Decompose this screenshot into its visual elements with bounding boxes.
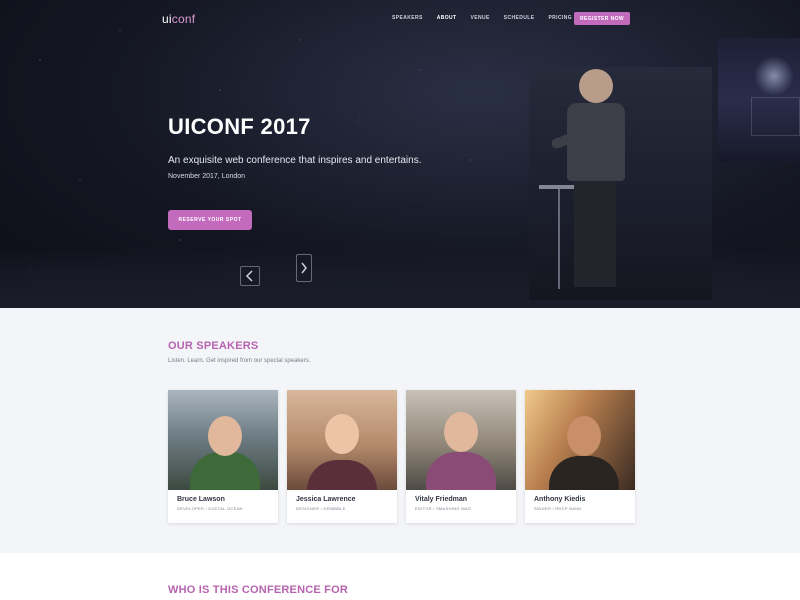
speaker-role: DESIGNER / DRIBBBLE [296, 506, 346, 511]
photo-face-shape [325, 414, 359, 454]
photo-face-shape [444, 412, 478, 452]
photo-body-shape [190, 452, 260, 490]
main-nav: SPEAKERS ABOUT VENUE SCHEDULE PRICING [392, 14, 586, 22]
person-head-shape [579, 69, 613, 103]
nav-about[interactable]: ABOUT [437, 14, 457, 22]
speakers-subtitle: Listen. Learn. Get inspired from our spe… [168, 358, 311, 364]
person-body-shape [567, 103, 625, 181]
speakers-section [0, 308, 800, 553]
speakers-title: OUR SPEAKERS [168, 340, 259, 352]
hero-speaker-image [529, 67, 712, 300]
slider-prev-button[interactable] [240, 266, 260, 286]
speaker-role: EDITOR / SMASHING MAG [415, 506, 472, 511]
speaker-name: Vitaly Friedman [415, 496, 468, 503]
nav-schedule[interactable]: SCHEDULE [504, 14, 535, 22]
slider-next-button[interactable] [296, 254, 312, 282]
photo-face-shape [567, 416, 601, 456]
speaker-card[interactable]: Bruce Lawson DEVELOPER / DIGITAL OCEAN [168, 390, 278, 523]
speaker-name: Jessica Lawrence [296, 496, 356, 503]
photo-body-shape [426, 452, 496, 490]
nav-venue[interactable]: VENUE [471, 14, 490, 22]
person-legs-shape [574, 177, 616, 287]
hero-section: uiconf SPEAKERS ABOUT VENUE SCHEDULE PRI… [0, 0, 800, 308]
speaker-name: Bruce Lawson [177, 496, 225, 503]
stage-light-shape [754, 56, 794, 96]
chevron-left-icon [245, 270, 253, 282]
who-title: WHO IS THIS CONFERENCE FOR [168, 584, 348, 596]
speaker-photo [525, 390, 635, 490]
podium-leg-shape [558, 189, 560, 289]
photo-face-shape [208, 416, 242, 456]
speaker-photo [406, 390, 516, 490]
speaker-card[interactable]: Jessica Lawrence DESIGNER / DRIBBBLE [287, 390, 397, 523]
speaker-name: Anthony Kiedis [534, 496, 586, 503]
photo-body-shape [307, 460, 377, 490]
speaker-photo [168, 390, 278, 490]
chevron-right-icon [301, 262, 307, 274]
speaker-photo [287, 390, 397, 490]
speaker-card[interactable]: Vitaly Friedman EDITOR / SMASHING MAG [406, 390, 516, 523]
logo-text-ui: ui [162, 12, 172, 26]
hero-title: UICONF 2017 [168, 114, 311, 139]
nav-pricing[interactable]: PRICING [548, 14, 572, 22]
logo-text-conf: conf [171, 12, 196, 26]
nav-speakers[interactable]: SPEAKERS [392, 14, 423, 22]
register-button[interactable]: REGISTER NOW [574, 12, 630, 25]
site-logo[interactable]: uiconf [162, 12, 195, 26]
reserve-spot-button[interactable]: RESERVE YOUR SPOT [168, 210, 252, 230]
speaker-role: SINGER / RHCP BAND [534, 506, 582, 511]
side-slide-button[interactable] [722, 140, 766, 164]
hero-side-thumbnail [751, 97, 800, 136]
hero-date: November 2017, London [168, 173, 246, 180]
speaker-card[interactable]: Anthony Kiedis SINGER / RHCP BAND [525, 390, 635, 523]
hero-subtitle: An exquisite web conference that inspire… [168, 155, 422, 166]
speaker-role: DEVELOPER / DIGITAL OCEAN [177, 506, 243, 511]
photo-body-shape [549, 456, 619, 490]
